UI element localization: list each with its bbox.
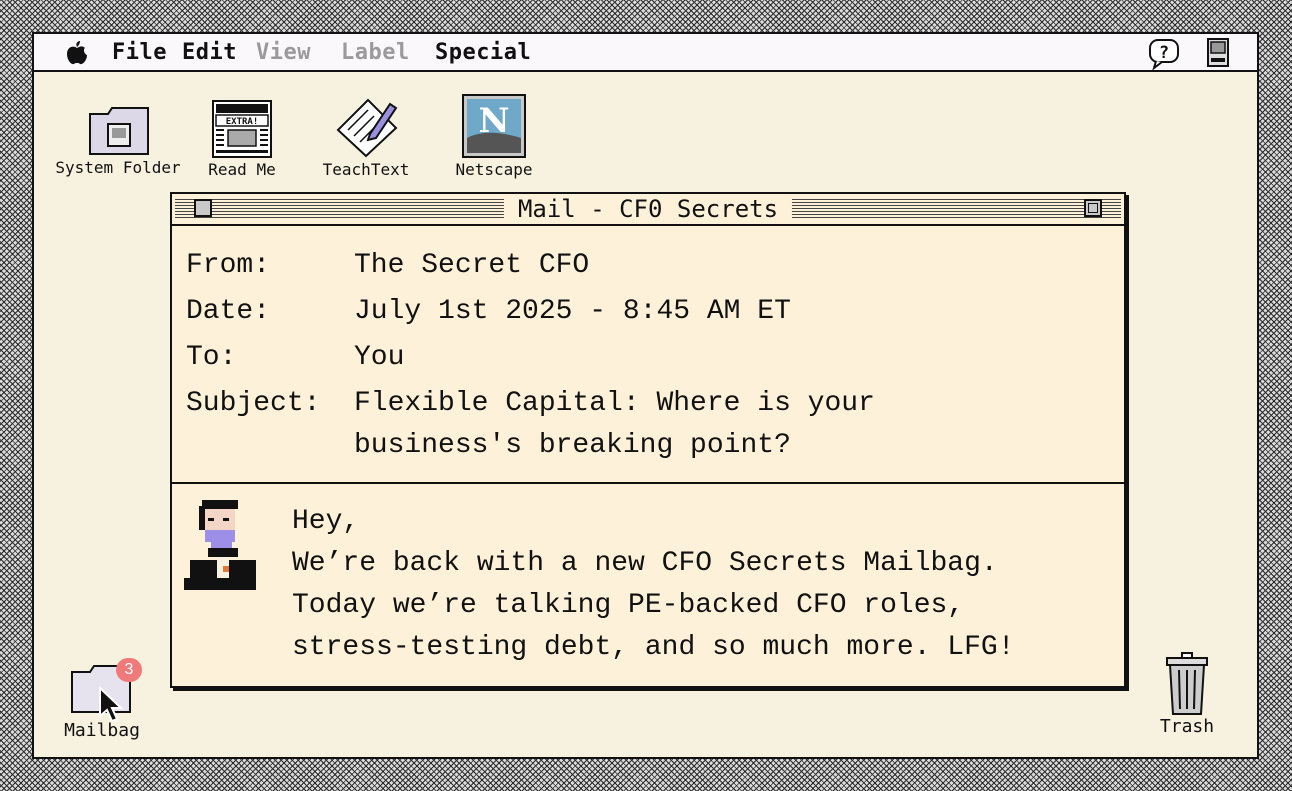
desktop-icon-label: Netscape [455,160,533,179]
svg-text:EXTRA!: EXTRA! [226,117,259,127]
subject-value-line-2: business's breaking point? [354,430,791,461]
window-title: Mail - CF0 Secrets [503,195,793,223]
mailbag-label: Mailbag [64,720,140,741]
mouse-pointer-icon [99,686,124,723]
newspaper-icon: EXTRA! [212,100,272,158]
to-row: To: You [186,342,404,373]
netscape-desktop-icon[interactable]: N Netscape [455,94,533,184]
teachtext-desktop-icon[interactable]: TeachText [323,94,409,184]
finder-app-icon[interactable] [1206,38,1230,68]
desktop-icon-label: TeachText [322,160,410,179]
desktop-icon-label: System Folder [55,158,181,177]
zoom-box-icon[interactable] [1084,199,1102,217]
body-line-2: We’re back with a new CFO Secrets Mailba… [292,548,998,579]
subject-row-continued: business's breaking point? [186,430,791,461]
body-line-3: Today we’re talking PE-backed CFO roles, [292,590,965,621]
desktop-icon-label: Read Me [208,160,276,179]
menu-file[interactable]: File [112,40,167,65]
trash-label: Trash [1159,716,1215,737]
from-row: From: The Secret CFO [186,250,589,281]
from-label: From: [186,250,271,281]
date-label: Date: [186,296,271,327]
netscape-icon: N [462,94,526,158]
teachtext-icon [336,98,398,158]
system-folder-desktop-icon[interactable]: System Folder [55,104,181,184]
window-title-bar[interactable]: Mail - CF0 Secrets [172,194,1124,226]
desktop-screen: File Edit View Label Special ? System Fo… [32,32,1259,759]
svg-text:?: ? [1159,43,1169,63]
cfo-avatar-icon [184,500,256,590]
date-value: July 1st 2025 - 8:45 AM ET [354,296,791,327]
mail-window[interactable]: Mail - CF0 Secrets From: The Secret CFO … [170,192,1126,688]
help-balloon-icon[interactable]: ? [1148,38,1182,70]
system-folder-icon [89,107,149,155]
subject-value-line-1: Flexible Capital: Where is your [354,388,875,419]
header-divider [172,482,1124,484]
svg-text:N: N [478,101,509,141]
mailbag-desktop-icon[interactable]: 3 Mailbag [64,658,142,744]
menu-edit[interactable]: Edit [182,40,237,65]
body-line-4: stress-testing debt, and so much more. L… [292,632,1015,663]
from-value: The Secret CFO [354,250,590,281]
read-me-desktop-icon[interactable]: EXTRA! Read Me [208,100,276,184]
apple-icon[interactable] [66,41,88,65]
to-label: To: [186,342,237,373]
menu-label[interactable]: Label [341,40,410,65]
menu-special[interactable]: Special [435,40,531,65]
subject-label: Subject: [186,388,321,419]
close-box-icon[interactable] [194,199,212,217]
subject-row: Subject: Flexible Capital: Where is your [186,388,875,419]
trash-desktop-icon[interactable]: Trash [1159,652,1215,742]
body-line-1: Hey, [292,506,360,537]
unread-count-badge: 3 [116,658,142,682]
trash-icon [1166,652,1208,715]
date-row: Date: July 1st 2025 - 8:45 AM ET [186,296,791,327]
menu-view[interactable]: View [256,40,311,65]
menu-bar: File Edit View Label Special ? [34,34,1257,72]
to-value: You [354,342,405,373]
